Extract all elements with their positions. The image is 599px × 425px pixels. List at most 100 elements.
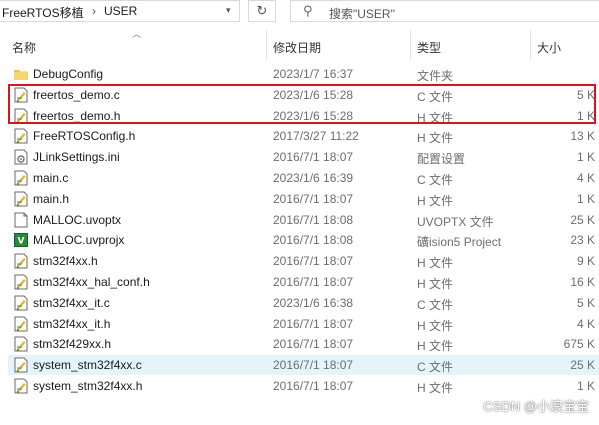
column-header-type[interactable]: 类型 [417,39,441,56]
chevron-down-icon[interactable]: ▾ [226,5,231,16]
source-file-icon [14,274,28,290]
file-modified-date: 2017/3/27 11:22 [273,129,359,144]
sort-up-icon: ︿ [132,29,142,39]
file-modified-date: 2016/7/1 18:07 [273,316,354,331]
source-file-icon [14,336,28,352]
file-name: stm32f4xx_it.h [33,316,111,331]
file-row[interactable]: JLinkSettings.ini 2016/7/1 18:07 配置设置 1 K [8,147,599,167]
file-row[interactable]: MALLOC.uvoptx 2016/7/1 18:08 UVOPTX 文件 25 K [8,210,599,230]
file-row[interactable]: stm32f4xx.h 2016/7/1 18:07 H 文件 9 K [8,251,599,271]
source-file-icon [14,357,28,373]
file-row[interactable]: stm32f4xx_it.c 2023/1/6 16:38 C 文件 5 K [8,293,599,313]
file-name: stm32f4xx_it.c [33,295,110,310]
file-name: JLinkSettings.ini [33,150,120,165]
file-size: 25 K [570,358,595,373]
file-modified-date: 2023/1/7 16:37 [273,67,354,81]
file-row[interactable]: system_stm32f4xx.h 2016/7/1 18:07 H 文件 1 K [8,376,599,396]
file-type: C 文件 [417,360,454,375]
file-type: C 文件 [417,173,454,187]
file-modified-date: 2016/7/1 18:07 [273,150,354,165]
file-name: system_stm32f4xx.c [33,358,142,373]
refresh-button[interactable]: ↻ [248,0,276,22]
file-type: 配置设置 [417,152,466,167]
file-type: 礦ision5 Project [417,235,502,250]
file-modified-date: 2016/7/1 18:07 [273,254,354,269]
file-type: H 文件 [417,381,454,395]
source-file-icon [14,128,28,144]
source-file-icon [14,170,28,186]
refresh-icon: ↻ [256,3,268,18]
search-input[interactable]: 搜索"USER" [329,5,395,22]
file-size: 13 K [570,129,595,144]
file-size: 25 K [570,212,595,227]
file-modified-date: 2016/7/1 18:07 [273,191,354,206]
source-file-icon [14,191,28,207]
file-type: H 文件 [417,277,454,291]
file-size: 4 K [576,171,595,185]
file-name: MALLOC.uvprojx [33,233,125,248]
file-size: 1 K [576,150,595,165]
source-file-icon [14,316,28,332]
highlight-box [8,84,596,124]
breadcrumb-separator[interactable]: › [92,4,96,18]
search-box[interactable]: ⚲ 搜索"USER" [290,0,599,22]
file-type: H 文件 [417,193,454,208]
file-modified-date: 2016/7/1 18:07 [273,379,354,393]
file-row[interactable]: system_stm32f4xx.c 2016/7/1 18:07 C 文件 25 K [8,355,599,376]
file-name: stm32f429xx.h [33,337,112,352]
file-modified-date: 2016/7/1 18:08 [273,212,354,227]
file-modified-date: 2023/1/6 16:38 [273,295,354,310]
file-row[interactable]: stm32f4xx_hal_conf.h 2016/7/1 18:07 H 文件 16… [8,272,599,292]
file-size: 23 K [570,233,595,248]
file-modified-date: 2016/7/1 18:08 [273,233,354,248]
file-modified-date: 2016/7/1 18:07 [273,337,354,352]
file-row[interactable]: main.c 2023/1/6 16:39 C 文件 4 K [8,168,599,188]
file-size: 4 K [576,316,595,331]
file-name: system_stm32f4xx.h [33,379,143,393]
settings-file-icon [14,149,28,165]
keil-project-icon: V [14,232,28,248]
source-file-icon [14,253,28,269]
file-type: H 文件 [417,131,454,146]
column-header-name[interactable]: 名称 [12,39,36,56]
breadcrumb-freertos[interactable]: FreeRTOS移植 [2,4,84,21]
file-size: 1 K [576,379,595,393]
source-file-icon [14,378,28,394]
column-header-bar: ︿ 名称 修改日期 类型 大小 [0,26,599,62]
file-type: H 文件 [417,318,454,333]
column-divider[interactable] [530,30,531,60]
search-icon: ⚲ [303,3,313,18]
file-size: 5 K [576,295,595,310]
source-file-icon [14,295,28,311]
file-row[interactable]: V MALLOC.uvprojx 2016/7/1 18:08 礦ision5 Pro… [8,230,599,250]
file-size: 9 K [576,254,595,269]
file-modified-date: 2023/1/6 16:39 [273,171,354,185]
file-row[interactable]: FreeRTOSConfig.h 2017/3/27 11:22 H 文件 13 K [8,126,599,146]
file-type: C 文件 [417,297,454,312]
column-header-date[interactable]: 修改日期 [273,39,321,56]
file-type: H 文件 [417,256,454,271]
folder-icon [14,66,28,82]
column-header-size[interactable]: 大小 [537,39,561,56]
blank-file-icon [14,212,28,228]
file-size: 16 K [570,275,595,289]
file-size: 675 K [563,337,595,352]
file-type: 文件夹 [417,69,454,83]
column-divider[interactable] [410,30,411,60]
file-type: H 文件 [417,339,454,354]
file-type: UVOPTX 文件 [417,214,494,229]
file-name: main.c [33,171,69,185]
file-row[interactable]: main.h 2016/7/1 18:07 H 文件 1 K [8,189,599,209]
file-row[interactable]: stm32f429xx.h 2016/7/1 18:07 H 文件 675 K [8,334,599,354]
address-bar[interactable]: FreeRTOS移植 › USER ▾ [0,0,240,22]
file-row[interactable]: stm32f4xx_it.h 2016/7/1 18:07 H 文件 4 K [8,314,599,334]
file-name: stm32f4xx.h [33,254,98,269]
svg-text:V: V [18,237,25,247]
toolbar: FreeRTOS移植 › USER ▾ ↻ ⚲ 搜索"USER" [0,0,599,26]
file-name: main.h [33,191,70,206]
watermark: CSDN @小浪宝宝 [483,399,589,414]
column-divider[interactable] [266,30,267,60]
folder-row[interactable]: DebugConfig 2023/1/7 16:37 文件夹 [8,64,599,84]
file-modified-date: 2016/7/1 18:07 [273,275,354,289]
breadcrumb-user[interactable]: USER [104,4,137,18]
